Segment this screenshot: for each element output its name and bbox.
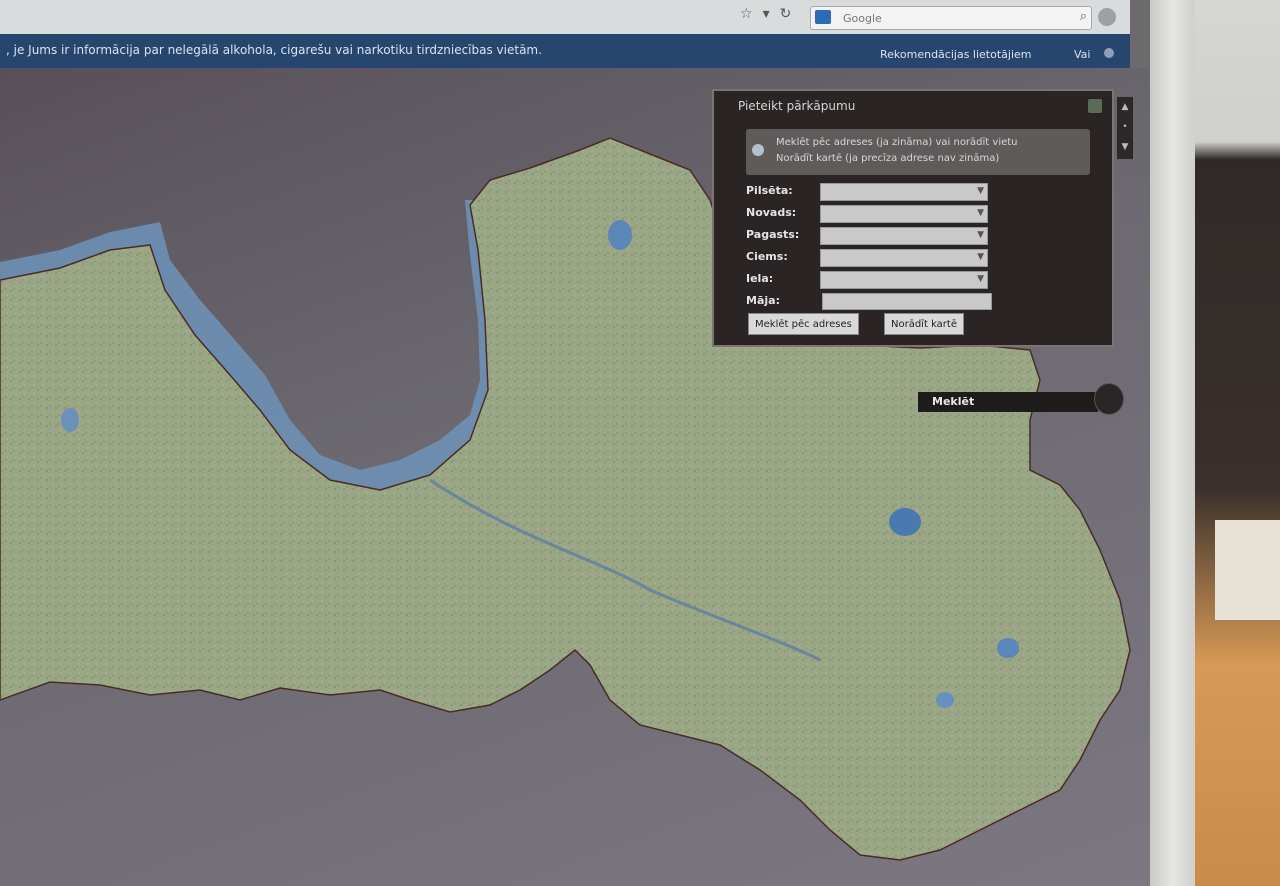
county-select[interactable]: ▼ (820, 205, 988, 223)
close-icon[interactable] (1088, 99, 1102, 113)
report-violation-panel: Pieteikt pārkāpumu Meklēt pēc adreses (j… (712, 89, 1114, 347)
search-by-address-button[interactable]: Meklēt pēc adreses (748, 313, 859, 335)
room-shelf (1215, 520, 1280, 620)
county-label: Novads: (746, 206, 797, 219)
info-line-map: Norādīt kartē (ja precīza adrese nav zin… (776, 153, 1000, 164)
lake (608, 220, 632, 250)
zoom-out-icon[interactable]: ▼ (1117, 137, 1133, 157)
info-icon (752, 144, 764, 156)
search-engine-icon[interactable] (815, 10, 831, 24)
zoom-handle-icon[interactable]: • (1117, 117, 1133, 137)
show-on-map-button[interactable]: Norādīt kartē (884, 313, 964, 335)
reload-icon[interactable]: ↻ (780, 6, 792, 22)
chevron-down-icon[interactable]: ▼ (977, 230, 984, 240)
chevron-down-icon[interactable]: ▼ (977, 252, 984, 262)
info-line-address: Meklēt pēc adreses (ja zināma) vai norād… (776, 137, 1018, 148)
city-select[interactable]: ▼ (820, 183, 988, 201)
panel-info-box: Meklēt pēc adreses (ja zināma) vai norād… (746, 129, 1090, 175)
parish-label: Pagasts: (746, 228, 800, 241)
chevron-down-icon[interactable]: ▼ (977, 274, 984, 284)
browser-tools: ☆ ▾ ↻ (740, 6, 791, 22)
header-more-link[interactable]: Vai (1074, 48, 1090, 61)
city-label: Pilsēta: (746, 184, 793, 197)
browser-menu-icon[interactable] (1098, 8, 1116, 26)
room-background (1195, 0, 1280, 886)
parish-row: Pagasts: ▼ (746, 227, 1096, 245)
lake (61, 408, 79, 432)
page-header: , je Jums ir informācija par nelegālā al… (0, 34, 1130, 68)
browser-search-box[interactable]: ⌕ (810, 6, 1092, 30)
house-row: Māja: (746, 293, 1096, 311)
city-row: Pilsēta: ▼ (746, 183, 1096, 201)
parish-select[interactable]: ▼ (820, 227, 988, 245)
street-label: Iela: (746, 272, 774, 285)
house-input[interactable] (822, 293, 992, 310)
dropdown-icon[interactable]: ▾ (763, 6, 770, 22)
house-label: Māja: (746, 294, 780, 307)
bookmark-star-icon[interactable]: ☆ (740, 6, 753, 22)
village-row: Ciems: ▼ (746, 249, 1096, 267)
zoom-in-icon[interactable]: ▲ (1117, 97, 1133, 117)
village-select[interactable]: ▼ (820, 249, 988, 267)
panel-title: Pieteikt pārkāpumu (738, 99, 856, 113)
county-row: Novads: ▼ (746, 205, 1096, 223)
monitor-bezel (1150, 0, 1195, 886)
header-notice: , je Jums ir informācija par nelegālā al… (6, 43, 542, 57)
map-search-bar[interactable]: Meklēt (918, 392, 1098, 412)
header-settings-icon[interactable] (1104, 48, 1114, 58)
street-row: Iela: ▼ (746, 271, 1096, 289)
browser-toolbar: ☆ ▾ ↻ ⌕ (0, 0, 1130, 34)
map-zoom-control: ▲ • ▼ (1116, 96, 1134, 160)
chevron-down-icon[interactable]: ▼ (977, 208, 984, 218)
lake (997, 638, 1019, 658)
magnifier-icon[interactable]: ⌕ (1080, 9, 1087, 24)
map-search-label: Meklēt (932, 395, 975, 408)
street-select[interactable]: ▼ (820, 271, 988, 289)
lake (889, 508, 921, 536)
chevron-down-icon[interactable]: ▼ (977, 186, 984, 196)
village-label: Ciems: (746, 250, 788, 263)
search-toggle-icon[interactable] (1094, 383, 1124, 415)
browser-search-input[interactable] (841, 9, 1065, 27)
lake (936, 692, 954, 708)
recommendations-link[interactable]: Rekomendācijas lietotājiem (880, 48, 1032, 61)
